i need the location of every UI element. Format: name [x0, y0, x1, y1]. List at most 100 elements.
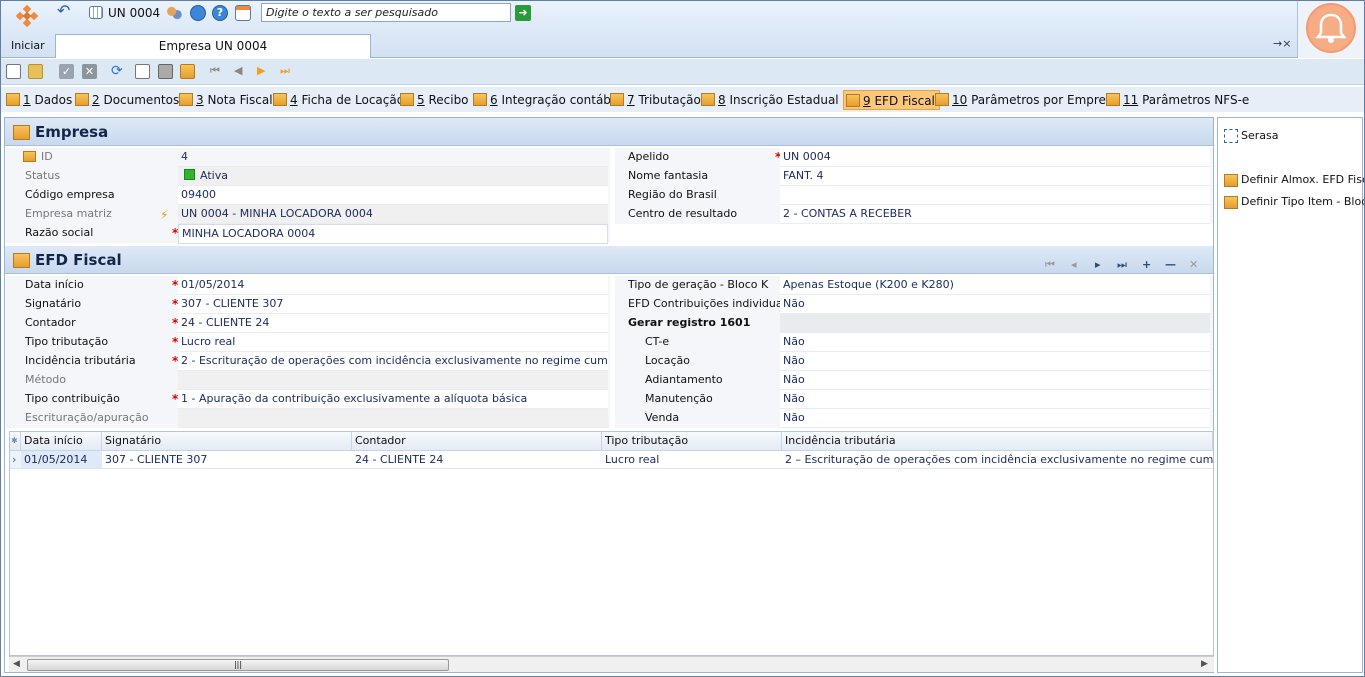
locacao-field[interactable]: Não — [780, 352, 1210, 371]
grid-cell-data-inicio[interactable]: 01/05/2014 — [21, 451, 102, 469]
tab-ficha-locacao[interactable]: 4 Ficha de Locação — [271, 90, 404, 110]
tab-documentos[interactable]: 2 Documentos — [73, 90, 179, 110]
new-record-icon[interactable] — [6, 64, 21, 79]
adiantamento-field[interactable]: Não — [780, 371, 1210, 390]
codigo-field[interactable]: 09400 — [178, 186, 608, 205]
grid-delete-icon[interactable]: ✕ — [1189, 258, 1198, 271]
tab-form-icon — [935, 93, 949, 106]
metodo-field — [178, 371, 608, 390]
cancel-icon[interactable]: ✕ — [82, 64, 97, 79]
efd-section-header: EFD Fiscal — [5, 246, 1213, 274]
serasa-icon — [1224, 129, 1238, 143]
grid-header-signatario[interactable]: Signatário — [102, 432, 352, 451]
razao-field[interactable]: MINHA LOCADORA 0004 — [178, 224, 608, 244]
start-logo-icon[interactable] — [14, 4, 40, 31]
scroll-thumb[interactable]: ||| — [27, 659, 449, 671]
horizontal-scrollbar[interactable]: ◀ ||| ▶ — [9, 656, 1214, 672]
grid-remove-icon[interactable]: — — [1165, 258, 1176, 271]
grid-header-data-inicio[interactable]: Data início — [21, 432, 102, 451]
grid-header-tipo-tributacao[interactable]: Tipo tributação — [602, 432, 782, 451]
grid-corner-icon[interactable]: ✱ — [10, 432, 21, 451]
regiao-label: Região do Brasil — [628, 188, 717, 201]
incidencia-field[interactable]: 2 - Escrituração de operações com incidê… — [178, 352, 608, 371]
grid-previous-icon[interactable]: ◂ — [1071, 258, 1077, 271]
start-label[interactable]: Iniciar — [11, 39, 45, 52]
confirm-icon[interactable]: ✓ — [59, 64, 74, 79]
grid-header-contador[interactable]: Contador — [352, 432, 602, 451]
definir-almox-link[interactable]: Definir Almox. EFD Fiscal — [1224, 173, 1364, 187]
grid-first-icon[interactable]: ⏮ — [1045, 258, 1055, 272]
row-indicator-icon[interactable]: › — [10, 451, 21, 469]
lock-icon[interactable] — [28, 64, 43, 79]
tab-parametros-empresa[interactable]: 10 Parâmetros por Empresa — [933, 90, 1120, 110]
cte-label: CT-e — [645, 335, 670, 348]
tab-close-icon[interactable]: →× — [1273, 37, 1291, 50]
minimize-window-icon[interactable] — [190, 5, 206, 21]
tab-recibo[interactable]: 5 Recibo — [398, 90, 469, 110]
tipo-geracao-field[interactable]: Apenas Estoque (K200 e K280) — [780, 276, 1210, 295]
tipo-tributacao-field[interactable]: Lucro real — [178, 333, 608, 352]
last-record-icon[interactable]: ⏭ — [280, 64, 295, 79]
preview-icon[interactable] — [135, 64, 150, 79]
tab-parametros-nfse[interactable]: 11 Parâmetros NFS-e — [1104, 90, 1249, 110]
print-icon[interactable] — [158, 64, 173, 79]
apelido-field[interactable]: UN 0004 — [780, 148, 1210, 167]
locacao-label: Locação — [645, 354, 690, 367]
next-record-icon[interactable]: ▶ — [257, 64, 272, 79]
status-active-icon — [184, 169, 195, 180]
search-go-icon[interactable]: ➜ — [515, 5, 531, 21]
tab-form-icon — [1106, 93, 1120, 106]
users-icon[interactable] — [166, 5, 182, 21]
notification-bell-icon[interactable] — [1306, 3, 1356, 53]
venda-field[interactable]: Não — [780, 409, 1210, 428]
gerar-registro-spacer — [780, 314, 1210, 333]
contador-field[interactable]: 24 - CLIENTE 24 — [178, 314, 608, 333]
grid-next-icon[interactable]: ▸ — [1095, 258, 1101, 271]
definir-tipo-item-link[interactable]: Definir Tipo Item - Bloco K — [1224, 195, 1364, 209]
tab-integracao-contabil[interactable]: 6 Integração contábil — [471, 90, 618, 110]
data-inicio-field[interactable]: 01/05/2014 — [178, 276, 608, 295]
tipo-tributacao-label: Tipo tributação — [25, 335, 109, 348]
undo-icon[interactable]: ↶ — [57, 3, 73, 20]
signatario-field[interactable]: 307 - CLIENTE 307 — [178, 295, 608, 314]
search-input[interactable]: Digite o texto a ser pesquisado — [261, 3, 511, 22]
grid-cell-signatario[interactable]: 307 - CLIENTE 307 — [102, 451, 352, 469]
apelido-label: Apelido — [628, 150, 670, 163]
signatario-label: Signatário — [25, 297, 82, 310]
grid-add-icon[interactable]: + — [1142, 258, 1151, 271]
scroll-left-icon[interactable]: ◀ — [13, 659, 20, 669]
grid-cell-contador[interactable]: 24 - CLIENTE 24 — [352, 451, 602, 469]
scroll-right-icon[interactable]: ▶ — [1201, 659, 1208, 669]
serasa-link[interactable]: Serasa — [1224, 129, 1279, 143]
unit-selector[interactable]: UN 0004 — [108, 6, 160, 20]
layout-icon[interactable] — [235, 5, 251, 21]
tab-efd-fiscal[interactable]: 9 EFD Fiscal — [843, 90, 940, 110]
tab-tributacao[interactable]: 7 Tributação — [608, 90, 701, 110]
venda-label: Venda — [645, 411, 680, 424]
tab-nota-fiscal[interactable]: 3 Nota Fiscal — [177, 90, 273, 110]
tab-inscricao-estadual-st[interactable]: 8 Inscrição Estadual ST — [699, 90, 857, 110]
tab-form-icon — [846, 94, 860, 107]
first-record-icon[interactable]: ⏮ — [210, 64, 225, 79]
tab-dados[interactable]: 1 Dados — [4, 90, 72, 110]
centro-field[interactable]: 2 - CONTAS A RECEBER — [780, 205, 1210, 224]
refresh-icon[interactable]: ⟳ — [111, 64, 126, 79]
grid-cell-incidencia[interactable]: 2 – Escrituração de operações com incidê… — [782, 451, 1213, 469]
cte-field[interactable]: Não — [780, 333, 1210, 352]
regiao-field[interactable] — [780, 186, 1210, 205]
grid-cell-tipo-tributacao[interactable]: Lucro real — [602, 451, 782, 469]
tipo-contribuicao-field[interactable]: 1 - Apuração da contribuição exclusivame… — [178, 390, 608, 409]
form-icon — [13, 125, 30, 140]
previous-record-icon[interactable]: ◀ — [234, 64, 249, 79]
grid-last-icon[interactable]: ⏭ — [1117, 258, 1127, 272]
efd-contrib-field[interactable]: Não — [780, 295, 1210, 314]
export-icon[interactable] — [180, 64, 195, 79]
grid-header-incidencia[interactable]: Incidência tributária — [782, 432, 1213, 451]
unit-grid-icon[interactable] — [89, 6, 103, 19]
tab-empresa[interactable]: Empresa UN 0004 — [55, 34, 371, 58]
fantasia-field[interactable]: FANT. 4 — [780, 167, 1210, 186]
form-icon — [1224, 174, 1238, 187]
help-icon[interactable]: ? — [212, 5, 228, 21]
manutencao-label: Manutenção — [645, 392, 713, 405]
manutencao-field[interactable]: Não — [780, 390, 1210, 409]
